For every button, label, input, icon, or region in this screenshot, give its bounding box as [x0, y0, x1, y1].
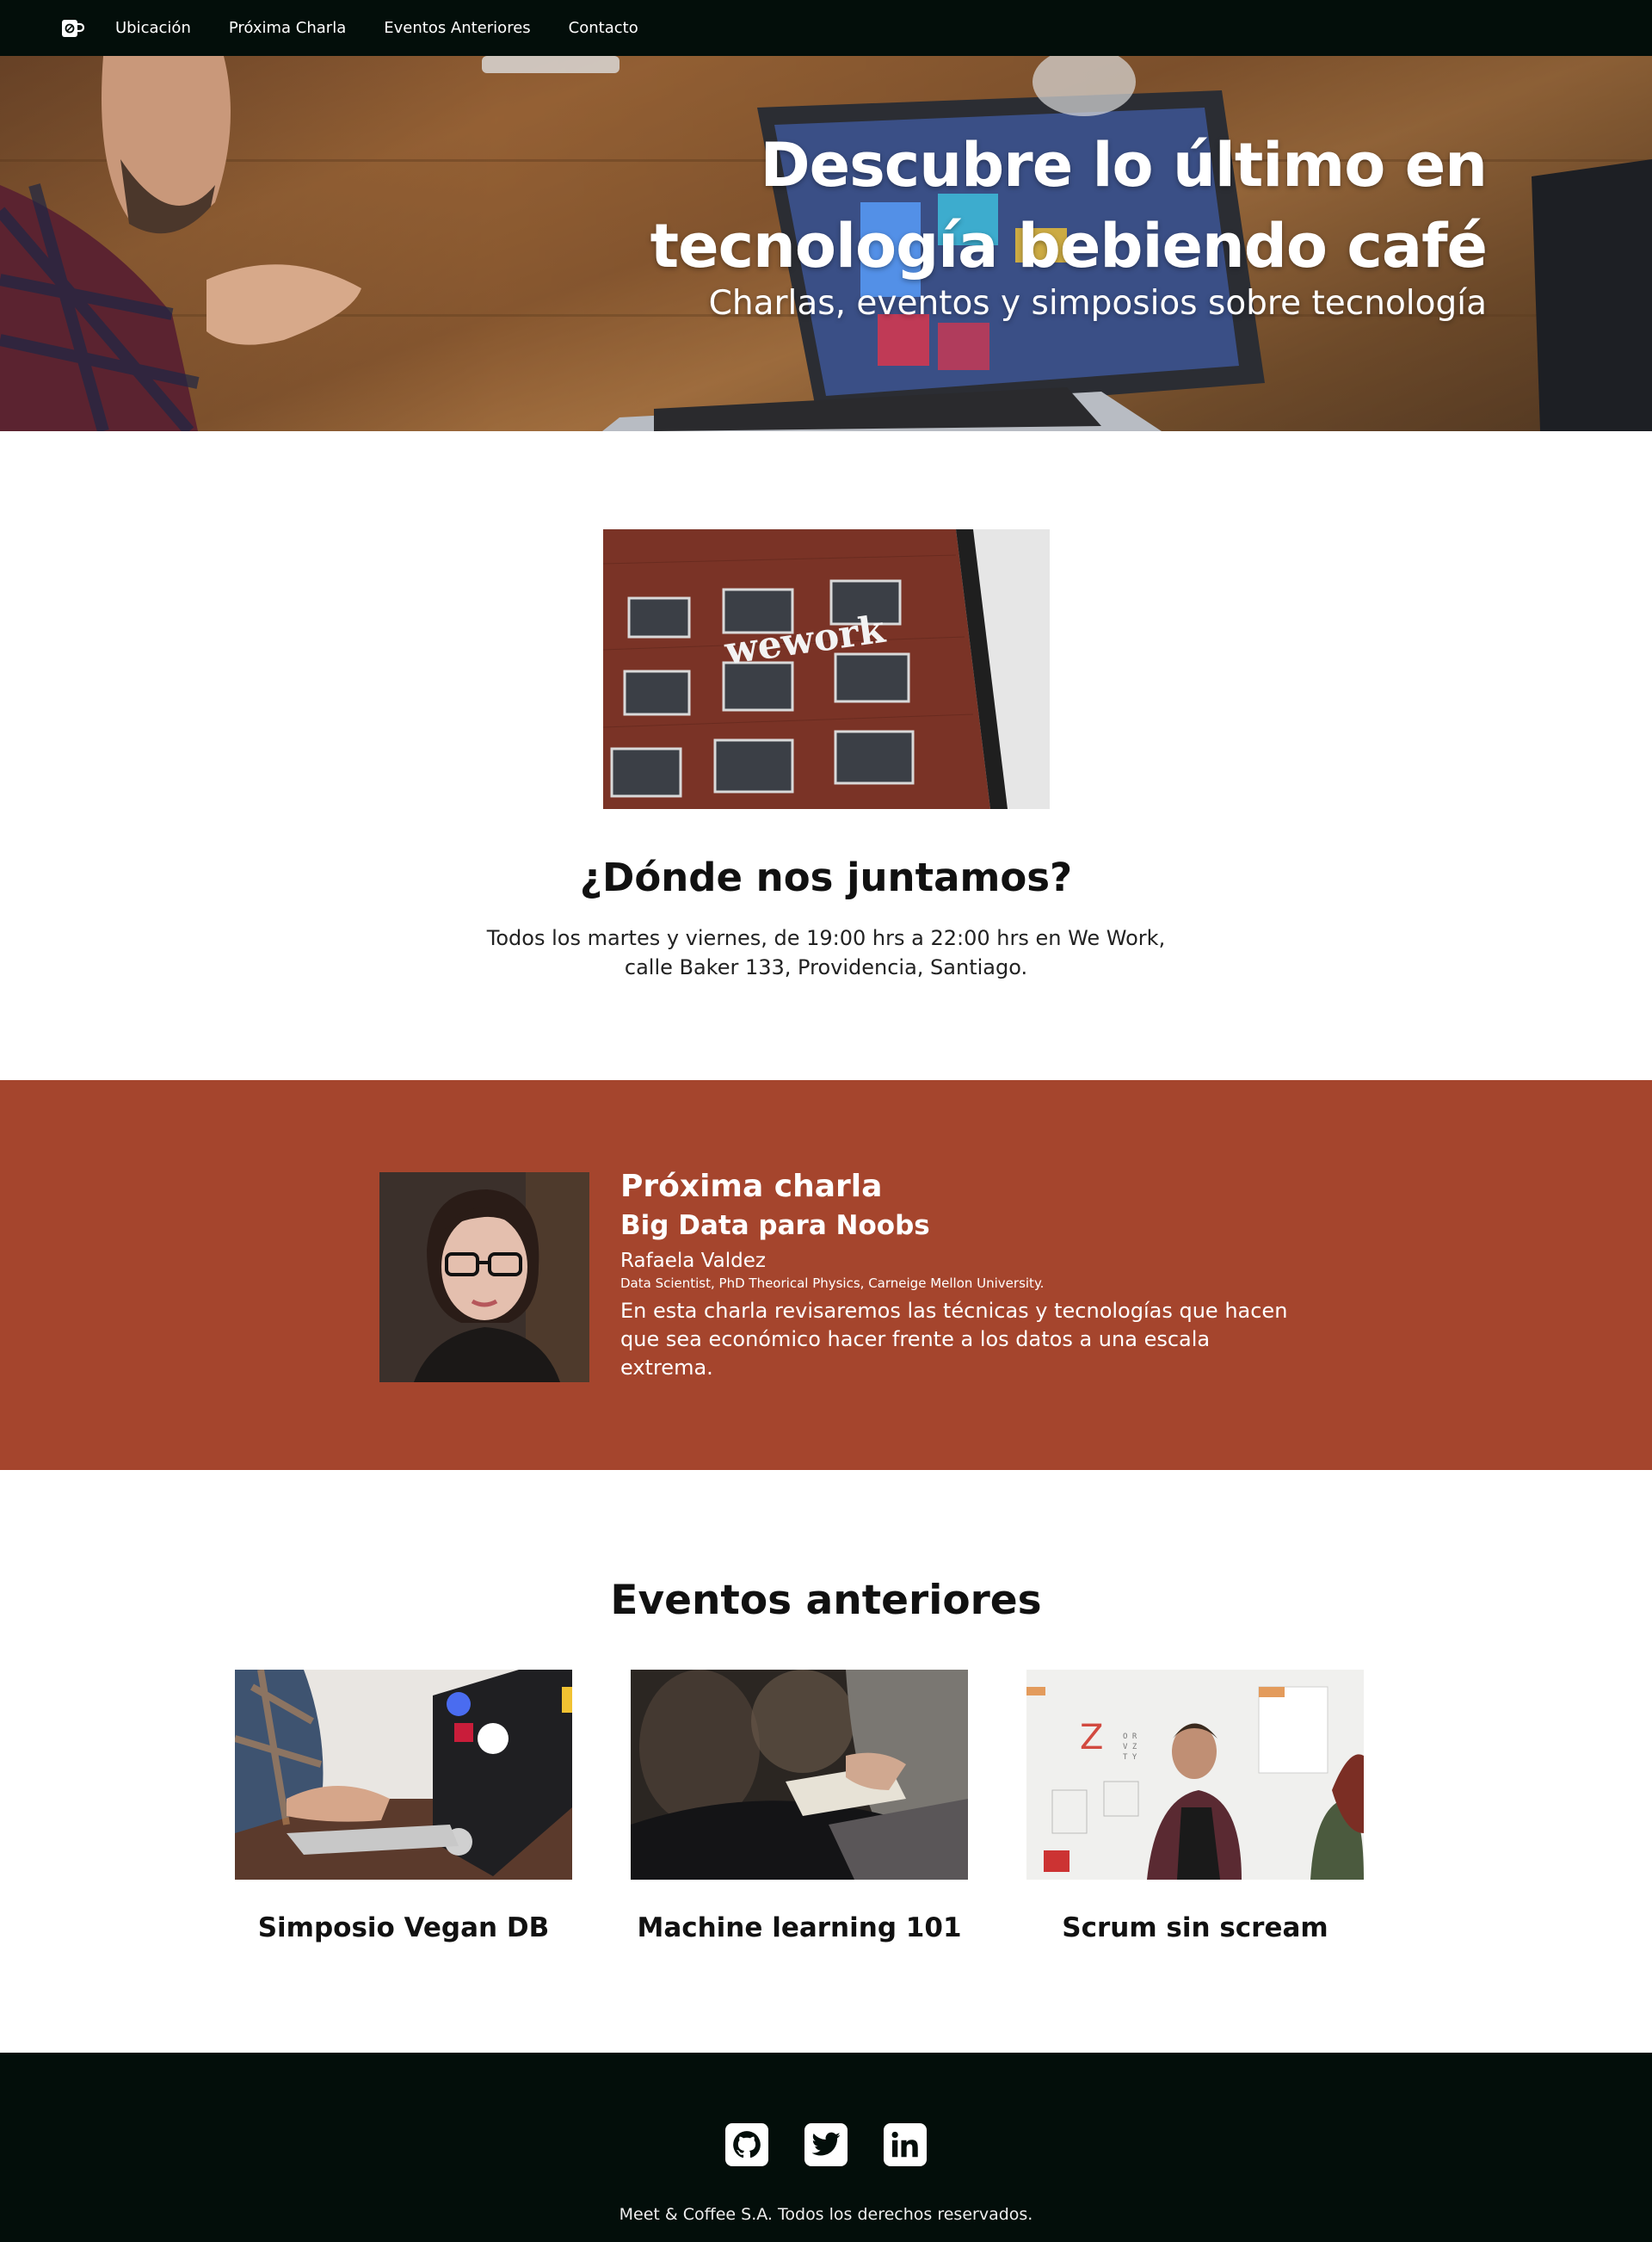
hero-text-block: Descubre lo último en tecnología bebiend… [403, 125, 1488, 326]
location-description: Todos los martes y viernes, de 19:00 hrs… [486, 926, 1166, 979]
event-photo: Z O R V Z T Y [1026, 1670, 1364, 1880]
copyright-text: Meet & Coffee S.A. Todos los derechos re… [619, 2205, 1033, 2224]
location-photo: wework [603, 529, 1050, 809]
svg-text:T Y: T Y [1123, 1753, 1137, 1762]
event-card[interactable]: Machine learning 101 [631, 1670, 968, 1943]
talk-title: Big Data para Noobs [620, 1210, 930, 1241]
coffee-cup-icon[interactable] [60, 16, 84, 40]
speaker-photo [379, 1172, 589, 1382]
hero-subtitle: Charlas, eventos y simposios sobre tecno… [708, 284, 1487, 323]
hero-banner: Descubre lo último en tecnología bebiend… [0, 56, 1652, 431]
twitter-icon[interactable] [804, 2123, 848, 2166]
speaker-name: Rafaela Valdez [620, 1250, 766, 1272]
past-events-heading: Eventos anteriores [610, 1577, 1042, 1624]
talk-heading: Próxima charla [620, 1169, 883, 1204]
event-photo [235, 1670, 572, 1880]
past-events-section: Eventos anteriores Simposio Vegan DB Mac… [0, 1470, 1652, 2053]
event-title[interactable]: Simposio Vegan DB [235, 1912, 572, 1943]
speaker-credentials: Data Scientist, PhD Theorical Physics, C… [620, 1275, 1045, 1291]
event-card[interactable]: Simposio Vegan DB [235, 1670, 572, 1943]
event-photo [631, 1670, 968, 1880]
top-navbar: Ubicación Próxima Charla Eventos Anterio… [0, 0, 1652, 56]
github-icon[interactable] [725, 2123, 768, 2166]
talk-info: Próxima charla Big Data para Noobs Rafae… [620, 1166, 1309, 1382]
svg-text:Z: Z [1080, 1718, 1103, 1757]
event-title[interactable]: Machine learning 101 [631, 1912, 968, 1943]
linkedin-icon[interactable] [884, 2123, 927, 2166]
footer: Meet & Coffee S.A. Todos los derechos re… [0, 2053, 1652, 2242]
nav-link-eventos-anteriores[interactable]: Eventos Anteriores [384, 19, 530, 37]
nav-link-contacto[interactable]: Contacto [569, 19, 638, 37]
hero-title: Descubre lo último en tecnología bebiend… [650, 130, 1488, 281]
svg-text:O R: O R [1123, 1732, 1137, 1741]
svg-text:V Z: V Z [1123, 1743, 1137, 1751]
social-links [0, 2123, 1652, 2166]
event-title[interactable]: Scrum sin scream [1026, 1912, 1364, 1943]
nav-link-ubicacion[interactable]: Ubicación [115, 19, 191, 37]
next-talk-section: Próxima charla Big Data para Noobs Rafae… [0, 1080, 1652, 1470]
location-section: wework ¿Dónde nos juntamos? Todos los ma… [0, 431, 1652, 1080]
event-card[interactable]: Z O R V Z T Y Scrum sin scream [1026, 1670, 1364, 1943]
nav-link-proxima-charla[interactable]: Próxima Charla [229, 19, 346, 37]
talk-description: En esta charla revisaremos las técnicas … [620, 1299, 1288, 1380]
location-heading: ¿Dónde nos juntamos? [579, 855, 1073, 900]
